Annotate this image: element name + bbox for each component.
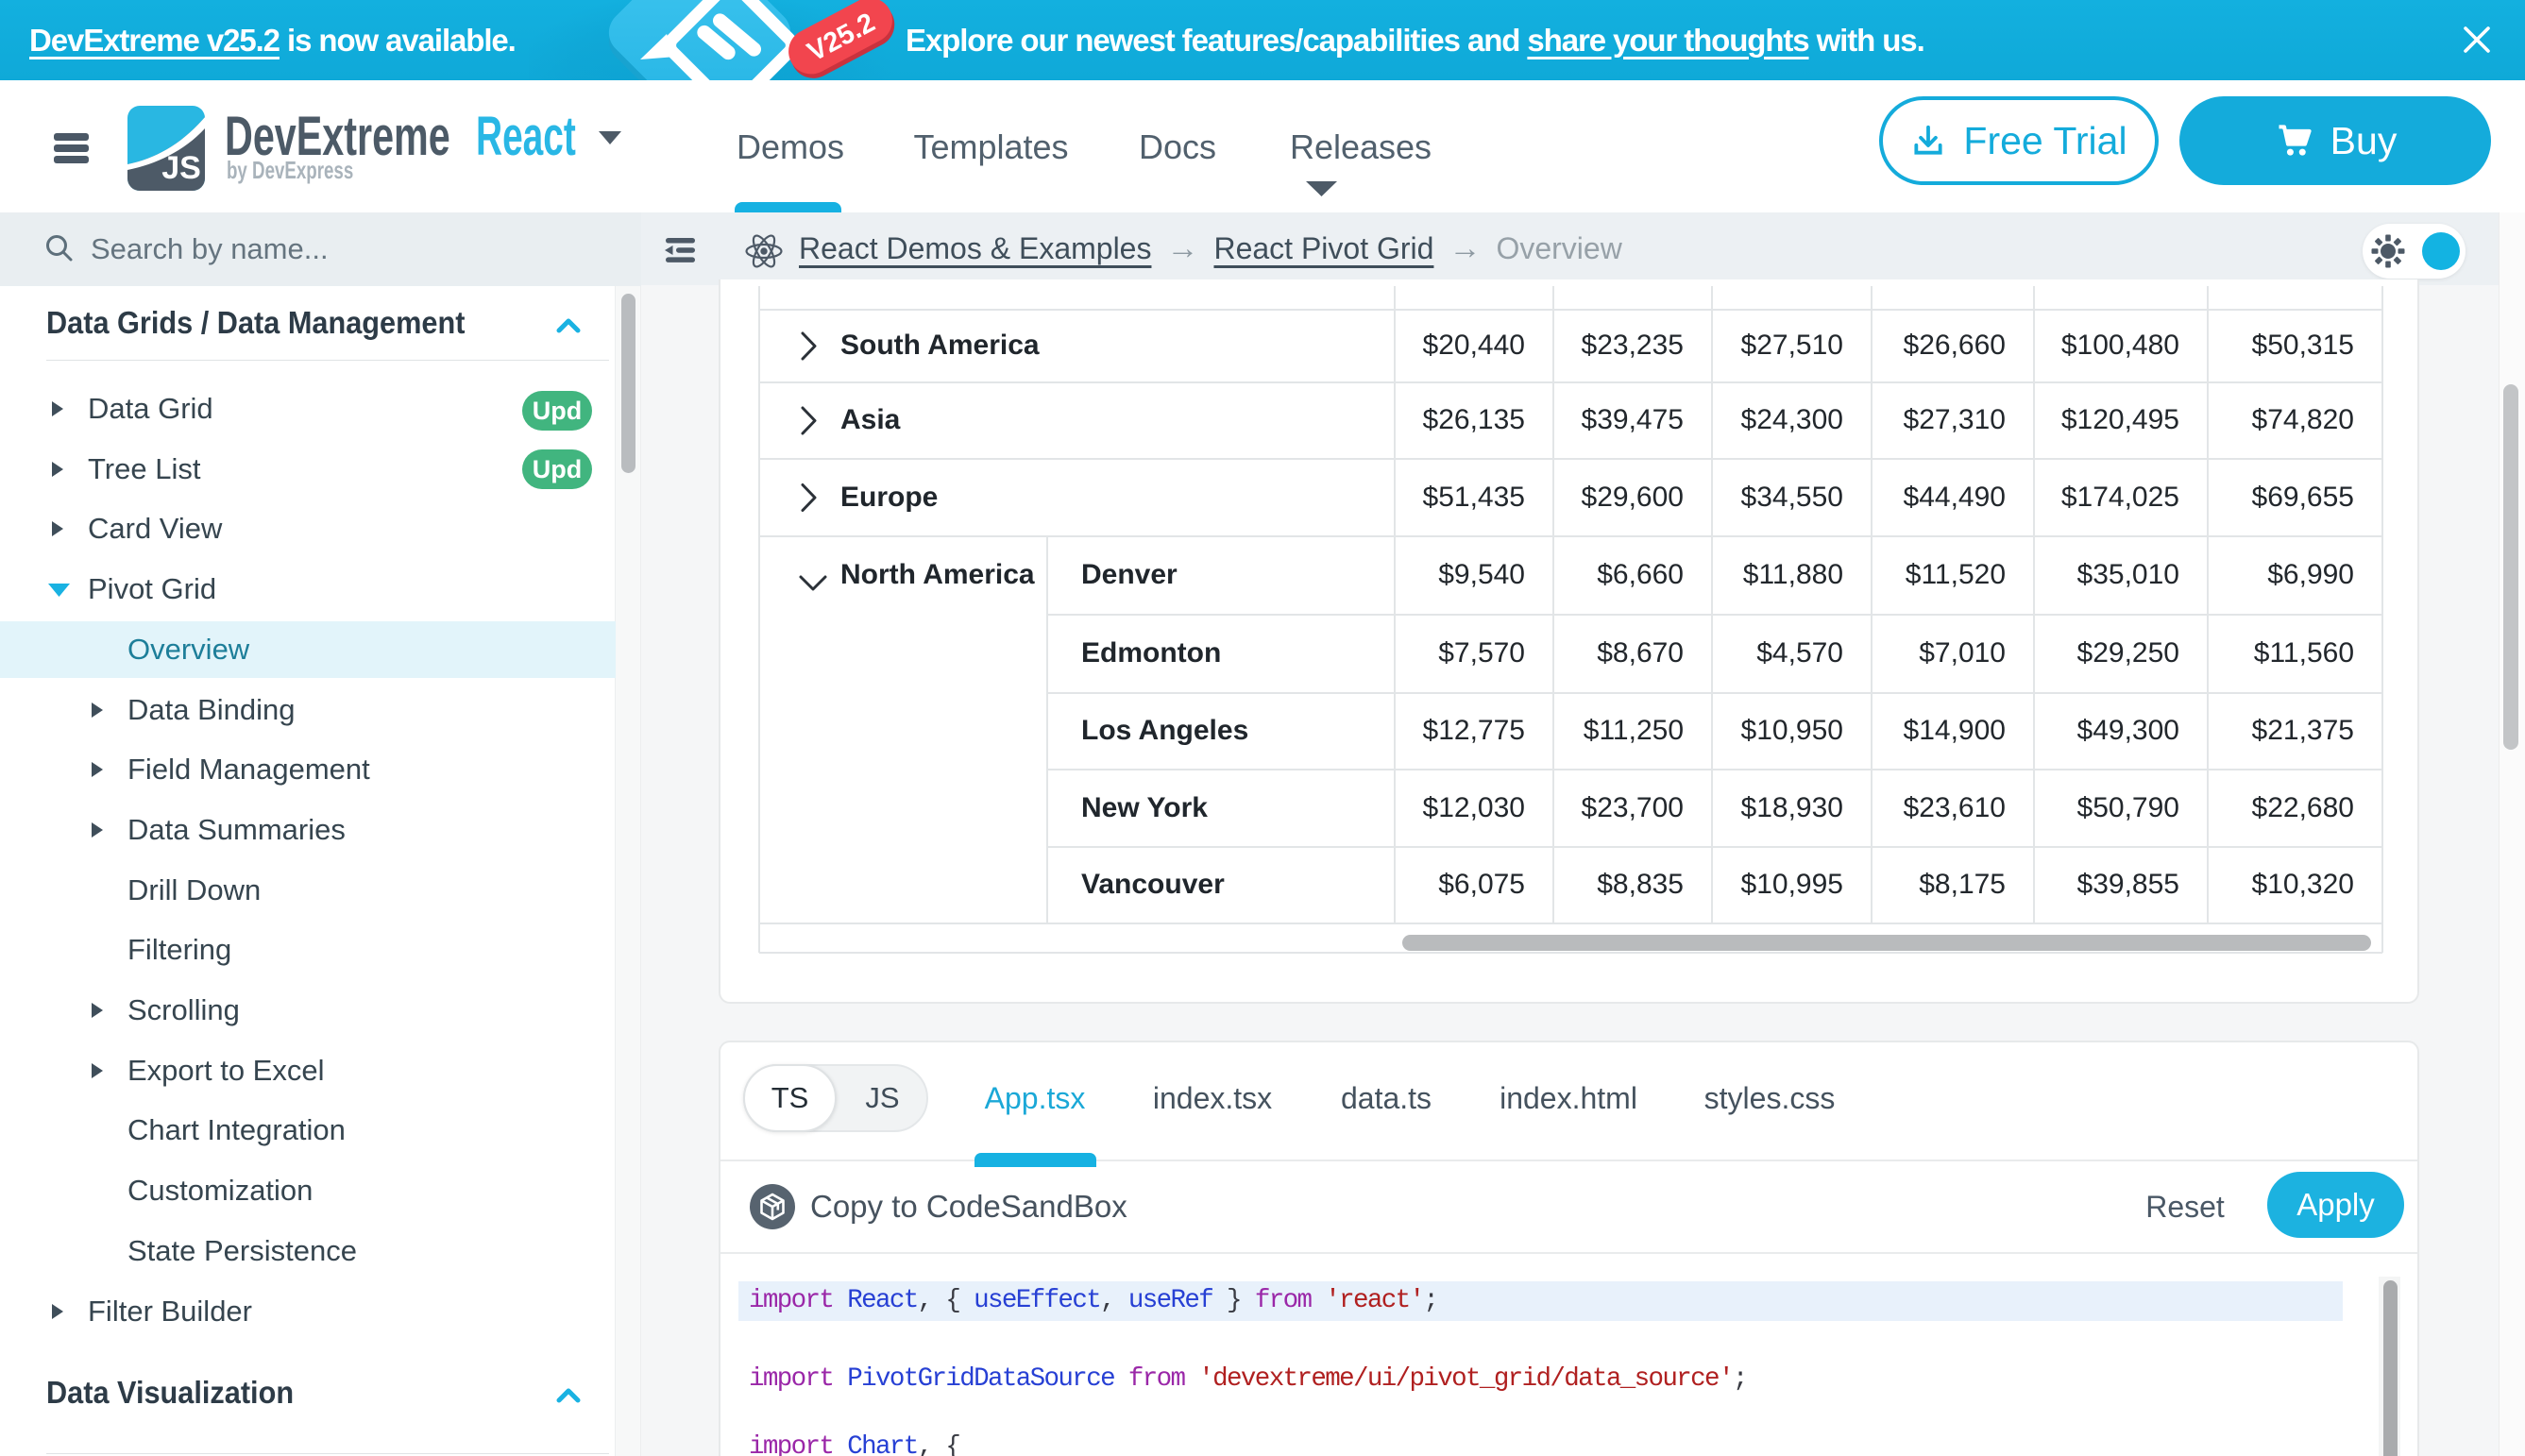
svg-text:JS: JS	[161, 150, 201, 186]
